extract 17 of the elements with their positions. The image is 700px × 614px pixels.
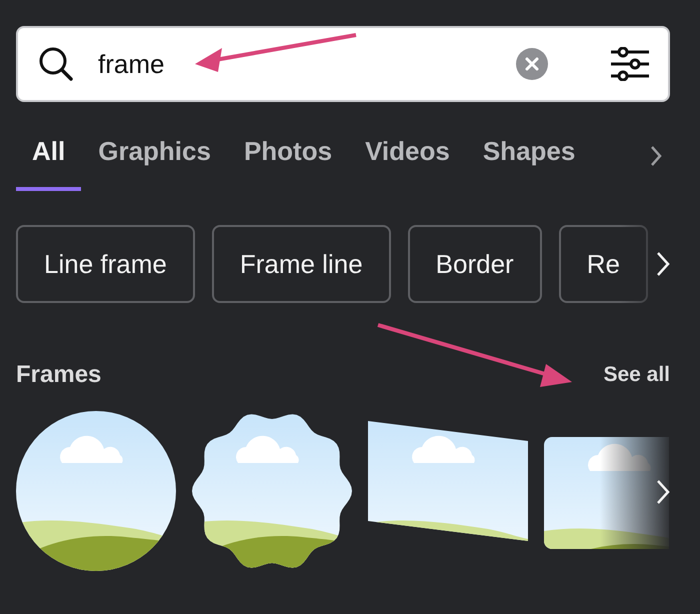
filter-icon[interactable] xyxy=(610,47,650,81)
clear-icon[interactable] xyxy=(516,48,548,80)
suggestion-chip[interactable]: Re xyxy=(558,225,648,303)
suggestion-chip[interactable]: Border xyxy=(408,225,542,303)
search-icon xyxy=(38,46,74,82)
category-tab[interactable]: All xyxy=(16,120,82,191)
category-tab[interactable]: Photos xyxy=(228,120,348,191)
category-tab[interactable]: Shapes xyxy=(466,120,592,191)
search-input[interactable]: frame xyxy=(96,48,494,80)
section-title: Frames xyxy=(16,361,102,389)
see-all-link[interactable]: See all xyxy=(603,363,670,387)
category-tab[interactable]: Videos xyxy=(349,120,466,191)
category-tab[interactable]: Graphics xyxy=(82,120,227,191)
chevron-right-icon[interactable] xyxy=(650,144,662,166)
search-field[interactable]: frame xyxy=(16,26,670,102)
suggestion-chip[interactable]: Frame line xyxy=(212,225,391,303)
suggestion-chip[interactable]: Line frame xyxy=(16,225,195,303)
